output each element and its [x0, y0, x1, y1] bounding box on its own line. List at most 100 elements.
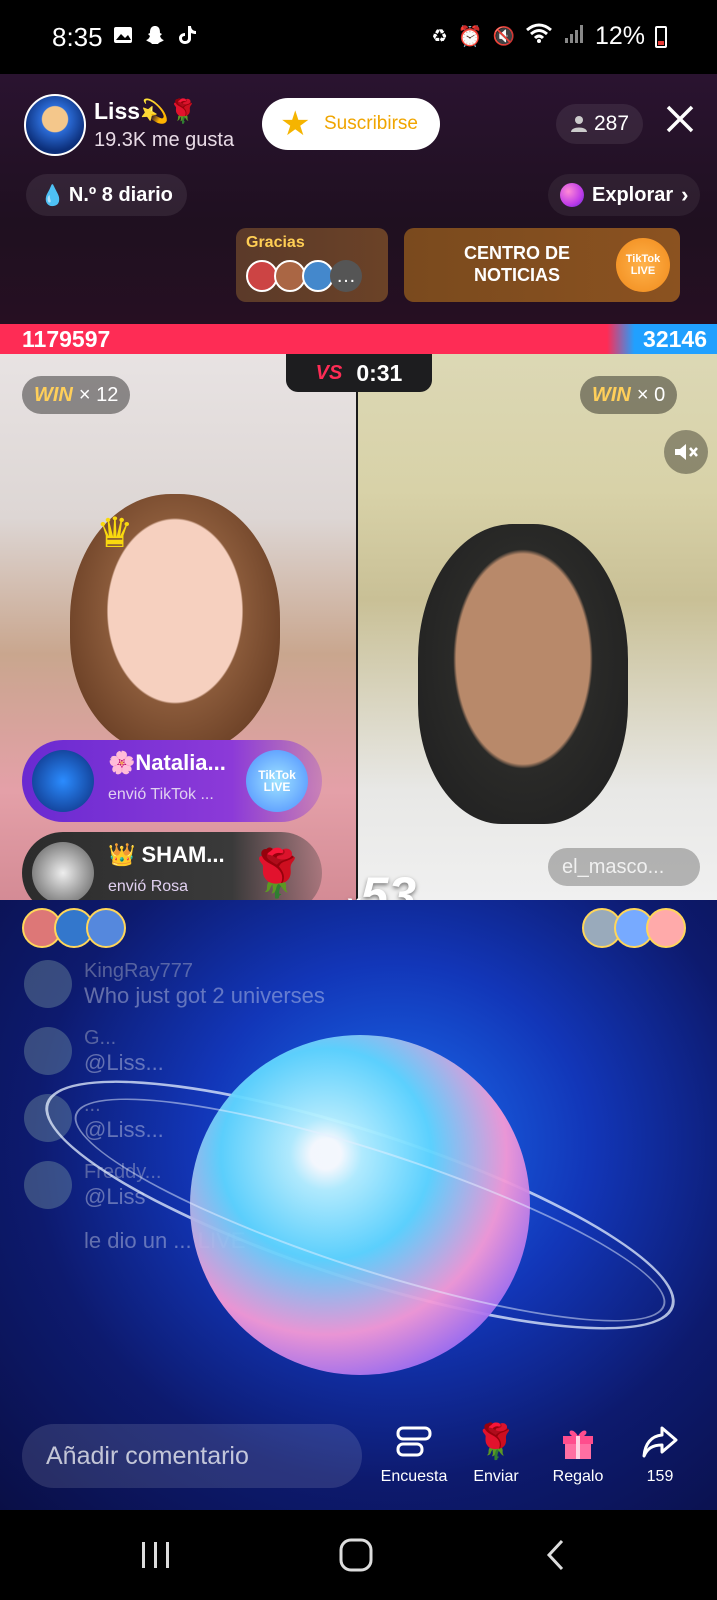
- speaker-muted-icon: [675, 444, 698, 460]
- gift-sender-avatar[interactable]: [32, 842, 94, 904]
- explore-label: Explorar: [592, 183, 674, 206]
- subscribe-button[interactable]: ★ Suscribirse: [262, 98, 440, 150]
- thanks-card[interactable]: Gracias …: [236, 228, 388, 302]
- mute-icon: 🔇: [492, 26, 515, 46]
- battle-score-bar: 1179597 32146: [0, 324, 717, 354]
- gift-description: envió Rosa: [108, 878, 189, 895]
- home-icon: [339, 1538, 373, 1572]
- daily-rank-badge[interactable]: 💧 N.º 8 diario: [26, 174, 187, 216]
- battle-timer: VS 0:31: [286, 354, 432, 392]
- host-top-gifters[interactable]: [22, 908, 126, 948]
- chat-text: @Liss...: [84, 1050, 164, 1075]
- opponent-mute-button[interactable]: [664, 430, 708, 474]
- timer-value: 0:31: [356, 359, 403, 386]
- status-right: ♻ ⏰ 🔇 12%: [431, 22, 667, 51]
- battery-saver-icon: ♻: [431, 26, 448, 46]
- viewer-count[interactable]: 287: [556, 104, 644, 144]
- host-info: Liss💫🌹 19.3K me gusta: [94, 98, 234, 152]
- status-time: 8:35: [52, 22, 103, 52]
- opponent-win-streak[interactable]: WIN × 0: [580, 376, 678, 414]
- win-label: WIN: [592, 383, 631, 406]
- host-score: 1179597: [22, 326, 111, 352]
- wifi-icon: [525, 22, 553, 51]
- share-button[interactable]: 159: [620, 1420, 700, 1486]
- host-likes: 19.3K me gusta: [94, 129, 235, 151]
- viewer-number: 287: [594, 112, 630, 135]
- share-arrow-icon: [620, 1420, 700, 1464]
- gallery-icon: [112, 24, 134, 46]
- host-avatar[interactable]: [24, 94, 86, 156]
- gift-button[interactable]: Regalo: [538, 1420, 618, 1486]
- opponent-video-subject: [418, 524, 628, 824]
- gift-notification: 🌸Natalia... envió TikTok ... TikTok LIVE: [22, 740, 322, 822]
- video-divider: [356, 354, 358, 900]
- explore-orb-icon: [560, 183, 584, 207]
- poll-label: Encuesta: [380, 1468, 448, 1485]
- win-label: WIN: [34, 383, 73, 406]
- recent-apps-button[interactable]: [126, 1530, 186, 1580]
- chat-text: Who just got 2 universes: [84, 983, 325, 1008]
- close-button[interactable]: [660, 98, 700, 144]
- system-nav-bar: [0, 1510, 717, 1600]
- live-header: Liss💫🌹 19.3K me gusta ★ Suscribirse 287 …: [0, 74, 717, 324]
- thanks-avatars: …: [246, 260, 362, 292]
- home-button[interactable]: [326, 1530, 386, 1580]
- share-count: 159: [646, 1468, 674, 1485]
- opponent-name-tag[interactable]: el_masco...: [548, 848, 700, 886]
- explore-button[interactable]: Explorar ›: [548, 174, 701, 216]
- host-win-streak[interactable]: WIN × 12: [22, 376, 131, 414]
- chat-avatar[interactable]: [24, 1161, 72, 1209]
- snapchat-icon: [144, 24, 166, 46]
- comment-input[interactable]: [22, 1424, 362, 1488]
- gifter-avatar: [86, 908, 126, 948]
- subscribe-label: Suscribirse: [324, 113, 418, 134]
- tiktok-icon: [176, 24, 198, 46]
- star-icon: ★: [280, 105, 311, 143]
- chevron-right-icon: ›: [681, 182, 689, 207]
- recent-apps-icon: [142, 1542, 169, 1568]
- send-rose-button[interactable]: 🌹 Enviar: [456, 1420, 536, 1486]
- more-icon: …: [330, 260, 362, 292]
- chat-username: KingRay777: [84, 960, 193, 982]
- news-center-card[interactable]: CENTRO DE NOTICIAS TikTok LIVE: [404, 228, 680, 302]
- tiktok-live-logo-icon: TikTok LIVE: [616, 238, 670, 292]
- battery-percent: 12%: [594, 22, 645, 50]
- rank-label: N.º 8 diario: [68, 183, 173, 206]
- opponent-video[interactable]: [358, 354, 717, 900]
- signal-icon: [563, 22, 585, 51]
- gift-box-icon: [538, 1420, 618, 1464]
- battery-icon: [655, 25, 667, 48]
- rose-icon: 🌹: [474, 1423, 518, 1461]
- thanks-label: Gracias: [246, 234, 305, 251]
- back-icon: [546, 1539, 564, 1571]
- chat-message: KingRay777 Who just got 2 universes: [24, 960, 444, 1009]
- bottom-action-bar: Encuesta 🌹 Enviar Regalo 159: [0, 1410, 717, 1510]
- person-icon: [571, 116, 587, 132]
- chat-avatar[interactable]: [24, 960, 72, 1008]
- poll-icon: [374, 1420, 454, 1464]
- opponent-score: 32146: [643, 326, 707, 352]
- tiktok-live-gift-icon: TikTok LIVE: [242, 746, 312, 816]
- status-left-icons: [112, 24, 198, 46]
- gift-description: envió TikTok ...: [108, 786, 214, 803]
- host-name: Liss💫🌹: [94, 98, 198, 124]
- back-button[interactable]: [526, 1530, 586, 1580]
- gift-label: Regalo: [552, 1468, 604, 1485]
- vs-icon: VS: [315, 361, 343, 384]
- gift-sender-name: 👑 SHAM...: [108, 842, 225, 867]
- news-label: CENTRO DE NOTICIAS: [463, 243, 570, 285]
- poll-button[interactable]: Encuesta: [374, 1420, 454, 1486]
- host-profile[interactable]: Liss💫🌹 19.3K me gusta: [24, 94, 234, 156]
- gifter-avatar: [646, 908, 686, 948]
- chat-username: G...: [84, 1027, 117, 1049]
- opponent-top-gifters[interactable]: [582, 908, 686, 948]
- gift-sender-avatar[interactable]: [32, 750, 94, 812]
- alarm-icon: ⏰: [457, 26, 483, 48]
- close-icon: [666, 105, 694, 133]
- status-bar: 8:35 ♻ ⏰ 🔇 12%: [0, 0, 717, 74]
- chat-avatar[interactable]: [24, 1027, 72, 1075]
- send-label: Enviar: [473, 1468, 519, 1485]
- crown-icon: ♛: [96, 509, 134, 556]
- win-count: × 0: [636, 383, 666, 406]
- win-count: × 12: [78, 383, 119, 406]
